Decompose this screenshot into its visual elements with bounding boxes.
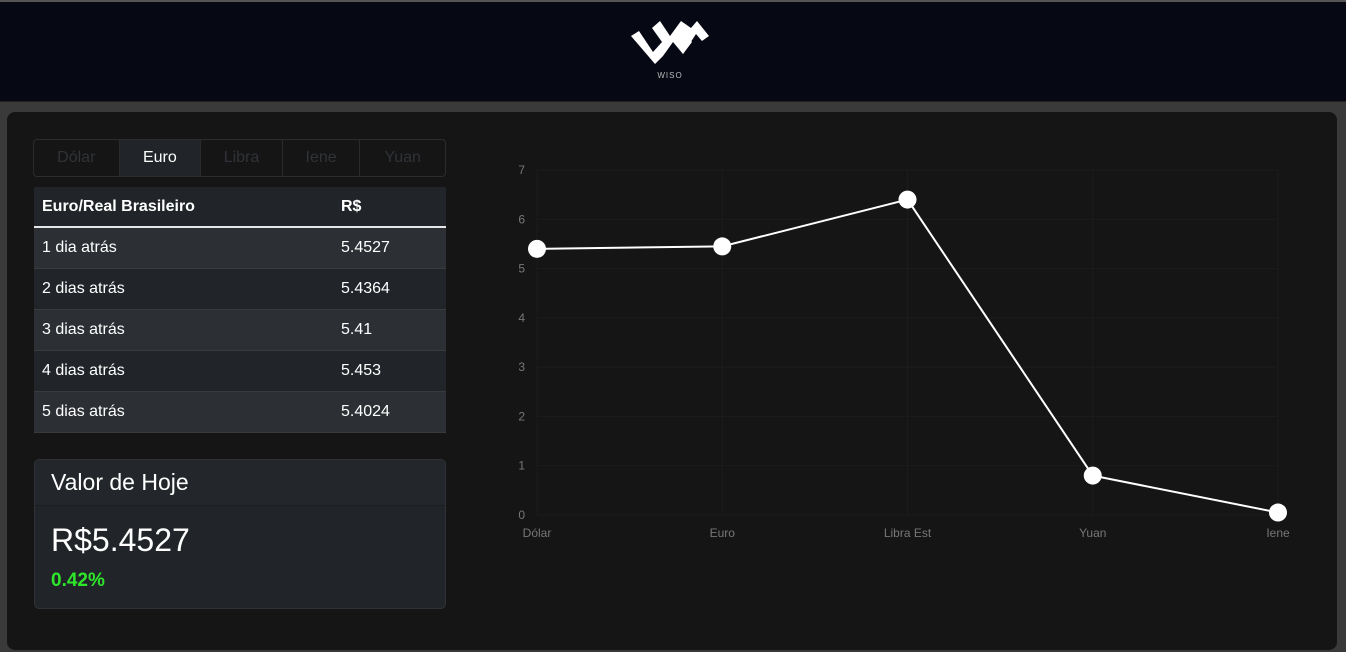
y-tick-label: 4	[518, 311, 525, 325]
x-tick-label: Libra Est	[884, 526, 932, 540]
y-tick-label: 2	[518, 409, 525, 423]
data-point[interactable]	[528, 239, 546, 258]
data-point[interactable]	[1269, 503, 1287, 522]
y-tick-label: 1	[518, 459, 525, 473]
x-tick-label: Iene	[1266, 526, 1290, 540]
x-axis-ticks: Dólar Euro Libra Est Yuan Iene	[523, 526, 1290, 540]
y-tick-label: 3	[518, 360, 525, 374]
y-tick-label: 7	[518, 163, 525, 177]
y-tick-label: 6	[518, 212, 525, 226]
y-axis-ticks: 0 1 2 3 4 5 6 7	[518, 163, 525, 522]
x-tick-label: Dólar	[523, 526, 552, 540]
y-tick-label: 0	[518, 508, 525, 522]
currency-line-chart: 0 1 2 3 4 5 6 7 Dólar Euro Libra Est Yuan Iene	[518, 163, 1290, 540]
x-tick-label: Yuan	[1079, 526, 1106, 540]
data-point[interactable]	[898, 190, 917, 209]
x-tick-label: Euro	[710, 526, 736, 540]
data-point[interactable]	[1083, 466, 1102, 485]
y-tick-label: 5	[518, 262, 525, 276]
data-point[interactable]	[713, 237, 732, 256]
chart-grid	[536, 169, 1279, 516]
